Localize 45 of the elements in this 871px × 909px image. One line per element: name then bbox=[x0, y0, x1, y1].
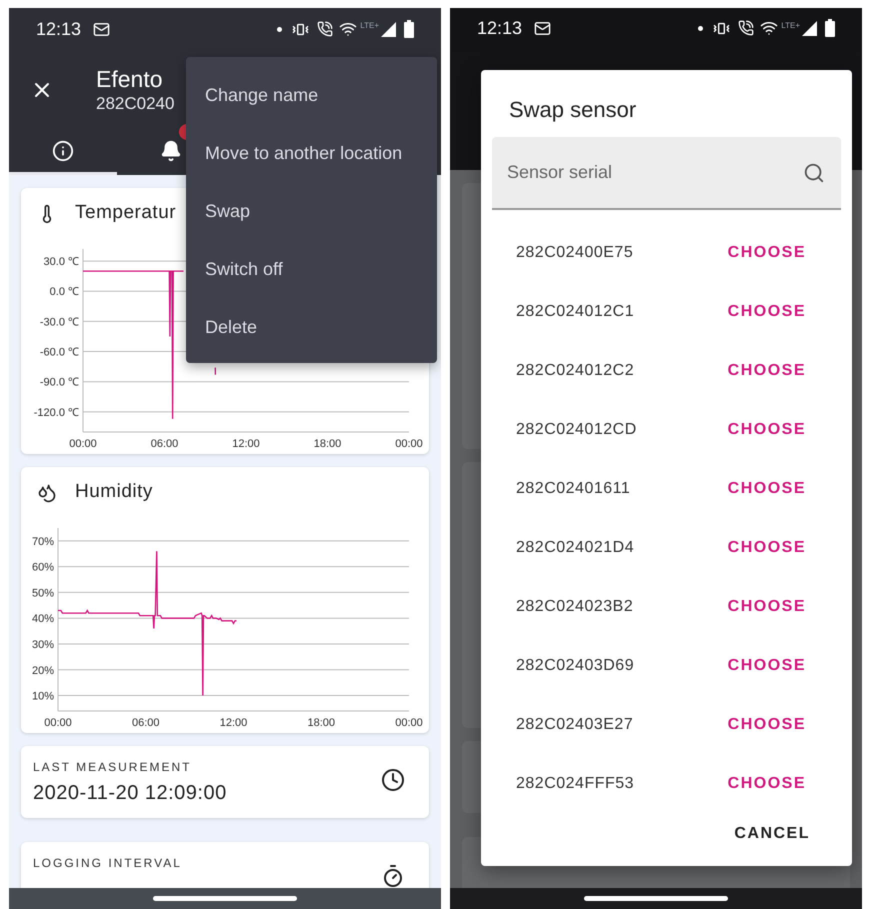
sensor-serial: 282C02400E75 bbox=[516, 242, 634, 262]
y-tick-label: 20% bbox=[32, 664, 54, 677]
y-tick-label: 0.0 ℃ bbox=[50, 286, 79, 298]
sensor-serial: 282C024FFF53 bbox=[516, 774, 636, 794]
y-tick-label: -90.0 ℃ bbox=[40, 376, 79, 389]
sensor-serial: 282C024021D4 bbox=[516, 538, 636, 558]
y-tick-label: 30% bbox=[32, 638, 54, 651]
card-title: Humidity bbox=[75, 480, 153, 504]
y-tick-label: 40% bbox=[32, 613, 54, 626]
x-tick-label: 12:00 bbox=[232, 438, 260, 450]
info-label: LAST MEASUREMENT bbox=[33, 759, 192, 776]
dialog-title: Swap sensor bbox=[509, 96, 636, 124]
x-tick-label: 18:00 bbox=[314, 438, 342, 450]
y-tick-label: -30.0 ℃ bbox=[40, 316, 79, 328]
sensor-name: Efento bbox=[96, 65, 164, 93]
y-tick-label: 30.0 ℃ bbox=[44, 256, 79, 268]
y-tick-label: -60.0 ℃ bbox=[40, 346, 79, 359]
y-tick-label: 60% bbox=[32, 562, 54, 574]
info-value: 2020-11-20 12:09:00 bbox=[33, 781, 228, 806]
sensor-serial: 282C024012C2 bbox=[516, 360, 636, 380]
y-tick-label: 10% bbox=[32, 690, 54, 703]
y-tick-label: 50% bbox=[32, 587, 54, 600]
x-tick-label: 18:00 bbox=[307, 717, 336, 729]
sensor-serial: 282C02403D69 bbox=[516, 656, 636, 676]
y-tick-label: -120.0 ℃ bbox=[34, 406, 79, 419]
x-tick-label: 12:00 bbox=[220, 717, 248, 729]
info-label: LOGGING INTERVAL bbox=[33, 855, 183, 872]
sensor-serial: 282C02401611 bbox=[516, 478, 632, 498]
sensor-serial: 282C024012C1 bbox=[516, 302, 636, 322]
network-type: LTE+ bbox=[360, 20, 379, 32]
sensor-serial: 282C0240 bbox=[96, 93, 174, 115]
sensor-serial: 282C024023B2 bbox=[516, 596, 634, 616]
card-title: Temperatur bbox=[75, 201, 176, 226]
x-tick-label: 00:00 bbox=[44, 717, 72, 729]
y-tick-label: 70% bbox=[32, 536, 54, 548]
status-time: 12:13 bbox=[36, 18, 82, 40]
network-type: LTE+ bbox=[781, 20, 800, 32]
x-tick-label: 00:00 bbox=[395, 438, 423, 450]
x-tick-label: 00:00 bbox=[69, 438, 97, 450]
status-time: 12:13 bbox=[477, 16, 522, 40]
x-tick-label: 00:00 bbox=[395, 717, 423, 729]
x-tick-label: 06:00 bbox=[132, 717, 160, 729]
sensor-serial: 282C02403E27 bbox=[516, 714, 634, 734]
x-tick-label: 06:00 bbox=[150, 438, 178, 450]
sensor-serial: 282C024012CD bbox=[516, 420, 638, 440]
